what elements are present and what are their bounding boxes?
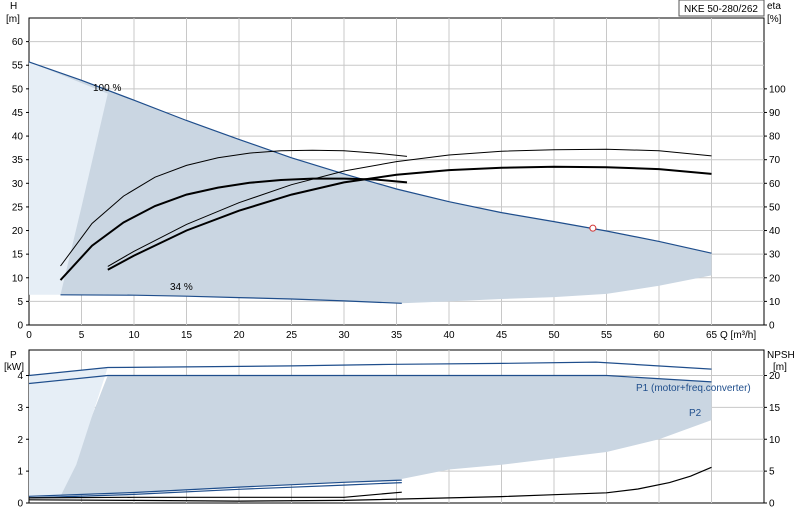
head-panel: 0 5 10 15 20 25 30 35 40 45 50 55 60 65 0 5 10 15 20 25 30 35… — [6, 0, 786, 341]
x-tick-label: 45 — [496, 330, 508, 341]
y-left-tick-label: 30 — [12, 179, 24, 190]
y-right-tick-label: 80 — [769, 132, 781, 143]
y-left-tick-label: 55 — [12, 61, 24, 72]
y-right-tick-label: 50 — [769, 202, 781, 213]
x-tick-label: 55 — [601, 330, 613, 341]
pump-performance-chart: 0 5 10 15 20 25 30 35 40 45 50 55 60 6505101520253035… — [4, 0, 795, 510]
y-right-tick-label: 15 — [769, 403, 781, 414]
y-left-tick-label: 15 — [12, 250, 24, 261]
series-label-p2: P2 — [689, 408, 702, 419]
y-left-tick-label: 45 — [12, 108, 24, 119]
npsh-axis-label: NPSH — [767, 350, 795, 361]
x-tick-label: 25 — [286, 330, 298, 341]
x-axis-label: Q [m³/h] — [720, 330, 756, 341]
y-axis-left-label: H — [10, 1, 17, 12]
x-tick-label: 35 — [391, 330, 403, 341]
annotation-100-percent: 100 % — [93, 83, 121, 94]
y-left-tick-label: 3 — [17, 403, 23, 414]
y-right-tick-label: 90 — [769, 108, 781, 119]
x-tick-label: 20 — [233, 330, 245, 341]
y-left-tick-label: 0 — [17, 321, 23, 332]
y-axis-right-label: eta — [767, 1, 781, 12]
y-left-tick-label: 5 — [17, 297, 23, 308]
chart-title: NKE 50-280/262 — [684, 4, 758, 15]
y-right-tick-label: 60 — [769, 179, 781, 190]
y-left-tick-label: 20 — [12, 226, 24, 237]
x-tick-label: 65 — [706, 330, 718, 341]
y-right-tick-label: 10 — [769, 297, 781, 308]
y-left-tick-label: 25 — [12, 202, 24, 213]
duty-point-marker — [589, 224, 597, 232]
y-left-tick-label: 50 — [12, 84, 24, 95]
y-left-tick-label: 0 — [17, 499, 23, 510]
npsh-axis-unit: [m] — [773, 362, 787, 373]
x-tick-label: 15 — [181, 330, 193, 341]
y-left-tick-label: 2 — [17, 435, 23, 446]
x-tick-label: 5 — [79, 330, 85, 341]
y-axis-left-unit: [m] — [6, 14, 20, 25]
y-right-tick-label: 0 — [769, 499, 775, 510]
y-left-tick-label: 35 — [12, 155, 24, 166]
power-npsh-panel: 0123405101520 P [kW] NPSH [m] P1 (motor+… — [4, 349, 795, 510]
power-axis-label: P — [10, 350, 17, 361]
series-label-p1: P1 (motor+freq.converter) — [636, 383, 751, 394]
x-tick-label: 30 — [338, 330, 350, 341]
y-right-tick-label: 10 — [769, 435, 781, 446]
y-left-tick-label: 60 — [12, 37, 24, 48]
y-right-tick-label: 0 — [769, 321, 775, 332]
y-left-tick-label: 1 — [17, 467, 23, 478]
y-axis-right-unit: [%] — [767, 14, 782, 25]
y-left-tick-label: 40 — [12, 132, 24, 143]
y-right-tick-label: 40 — [769, 226, 781, 237]
power-axis-unit: [kW] — [4, 362, 24, 373]
y-right-tick-label: 70 — [769, 155, 781, 166]
x-tick-label: 10 — [128, 330, 140, 341]
y-right-tick-label: 20 — [769, 273, 781, 284]
x-tick-label: 40 — [443, 330, 455, 341]
annotation-34-percent: 34 % — [170, 282, 193, 293]
x-tick-label: 0 — [26, 330, 32, 341]
y-right-tick-label: 30 — [769, 250, 781, 261]
y-right-tick-label: 5 — [769, 467, 775, 478]
x-tick-label: 50 — [548, 330, 560, 341]
x-tick-label: 60 — [653, 330, 665, 341]
y-right-tick-label: 100 — [769, 84, 786, 95]
y-left-tick-label: 10 — [12, 273, 24, 284]
